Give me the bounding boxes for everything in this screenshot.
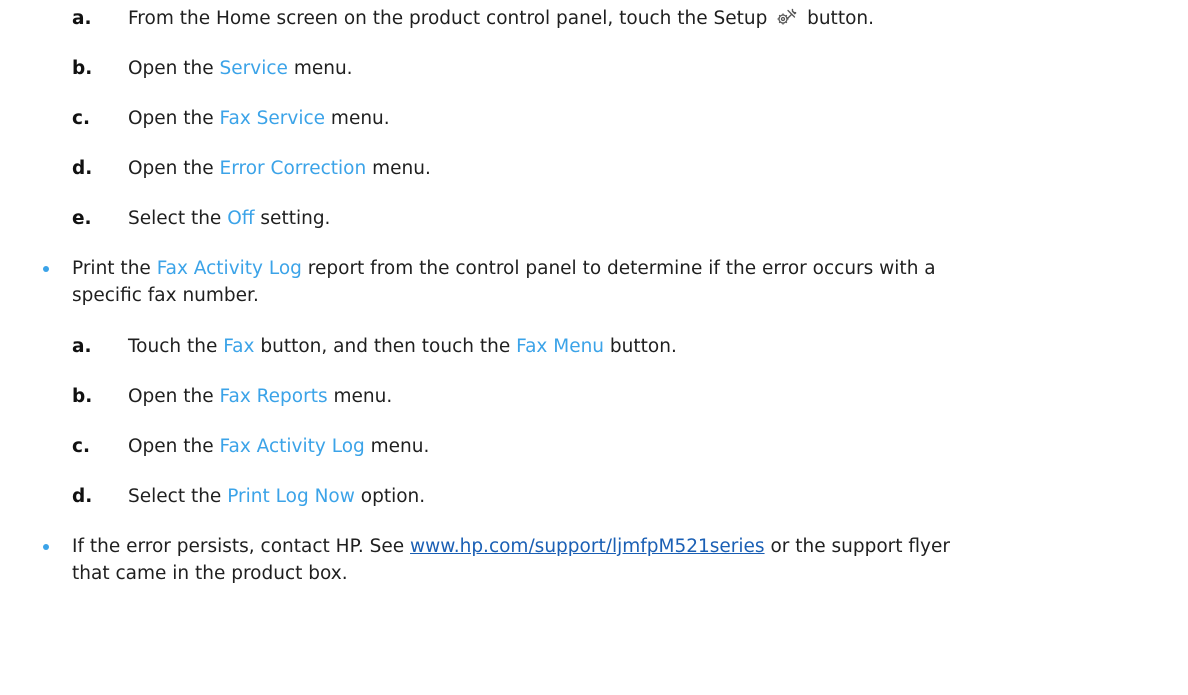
step-marker: b. — [72, 58, 93, 79]
step-text: Select the Print Log Now option. — [128, 484, 425, 510]
bullet-text-part: Print the — [72, 258, 151, 279]
step-text-part: menu. — [370, 436, 430, 457]
step-text: From the Home screen on the product cont… — [128, 6, 874, 32]
step-text-part: button. — [609, 336, 677, 357]
menu-name-fax-reports: Fax Reports — [219, 386, 328, 407]
bullet-text-part: If the error persists, contact HP. See — [72, 536, 405, 557]
step-text: Open the Fax Service menu. — [128, 106, 390, 132]
step-text-part: Open the — [128, 436, 214, 457]
step-text: Touch the Fax button, and then touch the… — [128, 334, 677, 360]
menu-name-fax-service: Fax Service — [219, 108, 326, 129]
step-text-part: menu. — [372, 158, 431, 179]
bullet-text-line: Print the Fax Activity Log report from t… — [72, 256, 936, 282]
step-text-part: Open the — [128, 58, 214, 79]
bullet-text-part: report from the control panel to determi… — [307, 258, 936, 279]
document-page: a. From the Home screen on the product c… — [0, 0, 1188, 695]
step-text: Open the Fax Reports menu. — [128, 384, 392, 410]
step-text-part: Select the — [128, 208, 222, 229]
step-marker: a. — [72, 336, 92, 357]
bullet-point — [43, 266, 49, 272]
step-text-part: button, and then touch the — [260, 336, 511, 357]
setup-wrench-gear-icon — [777, 8, 797, 25]
step-text-part: Open the — [128, 108, 214, 129]
step-text-part: menu. — [330, 108, 390, 129]
step-text-part: menu. — [333, 386, 393, 407]
step-text-part: button. — [807, 8, 874, 29]
option-name-print-log-now: Print Log Now — [227, 486, 355, 507]
step-text-part: From the Home screen on the product cont… — [128, 8, 768, 29]
bullet-text-part: or the support flyer — [770, 536, 950, 557]
menu-name-error-correction: Error Correction — [219, 158, 367, 179]
step-text-part: Open the — [128, 386, 214, 407]
step-text: Select the Off setting. — [128, 206, 330, 232]
step-marker: b. — [72, 386, 93, 407]
step-marker: e. — [72, 208, 92, 229]
step-text-part: option. — [360, 486, 426, 507]
step-text-part: menu. — [293, 58, 353, 79]
bullet-text-line: specific fax number. — [72, 285, 259, 306]
bullet-text-line: that came in the product box. — [72, 563, 348, 584]
step-marker: c. — [72, 108, 90, 129]
step-text-part: Touch the — [128, 336, 218, 357]
menu-name-service: Service — [219, 58, 288, 79]
button-name-fax-menu: Fax Menu — [516, 336, 605, 357]
step-text: Open the Error Correction menu. — [128, 156, 431, 182]
step-text-part: Select the — [128, 486, 222, 507]
bullet-point — [43, 544, 49, 550]
step-marker: c. — [72, 436, 90, 457]
step-marker: d. — [72, 486, 93, 507]
bullet-text-line: If the error persists, contact HP. See w… — [72, 534, 950, 560]
step-marker: d. — [72, 158, 93, 179]
menu-name-fax-activity-log: Fax Activity Log — [219, 436, 365, 457]
step-text: Open the Fax Activity Log menu. — [128, 434, 429, 460]
setting-name-off: Off — [227, 208, 255, 229]
step-text-part: Open the — [128, 158, 214, 179]
step-text: Open the Service menu. — [128, 56, 353, 82]
report-name-fax-activity-log: Fax Activity Log — [156, 258, 302, 279]
step-text-part: setting. — [260, 208, 331, 229]
button-name-fax: Fax — [223, 336, 255, 357]
step-marker: a. — [72, 8, 92, 29]
hp-support-link[interactable]: www.hp.com/support/ljmfpM521series — [410, 536, 765, 557]
